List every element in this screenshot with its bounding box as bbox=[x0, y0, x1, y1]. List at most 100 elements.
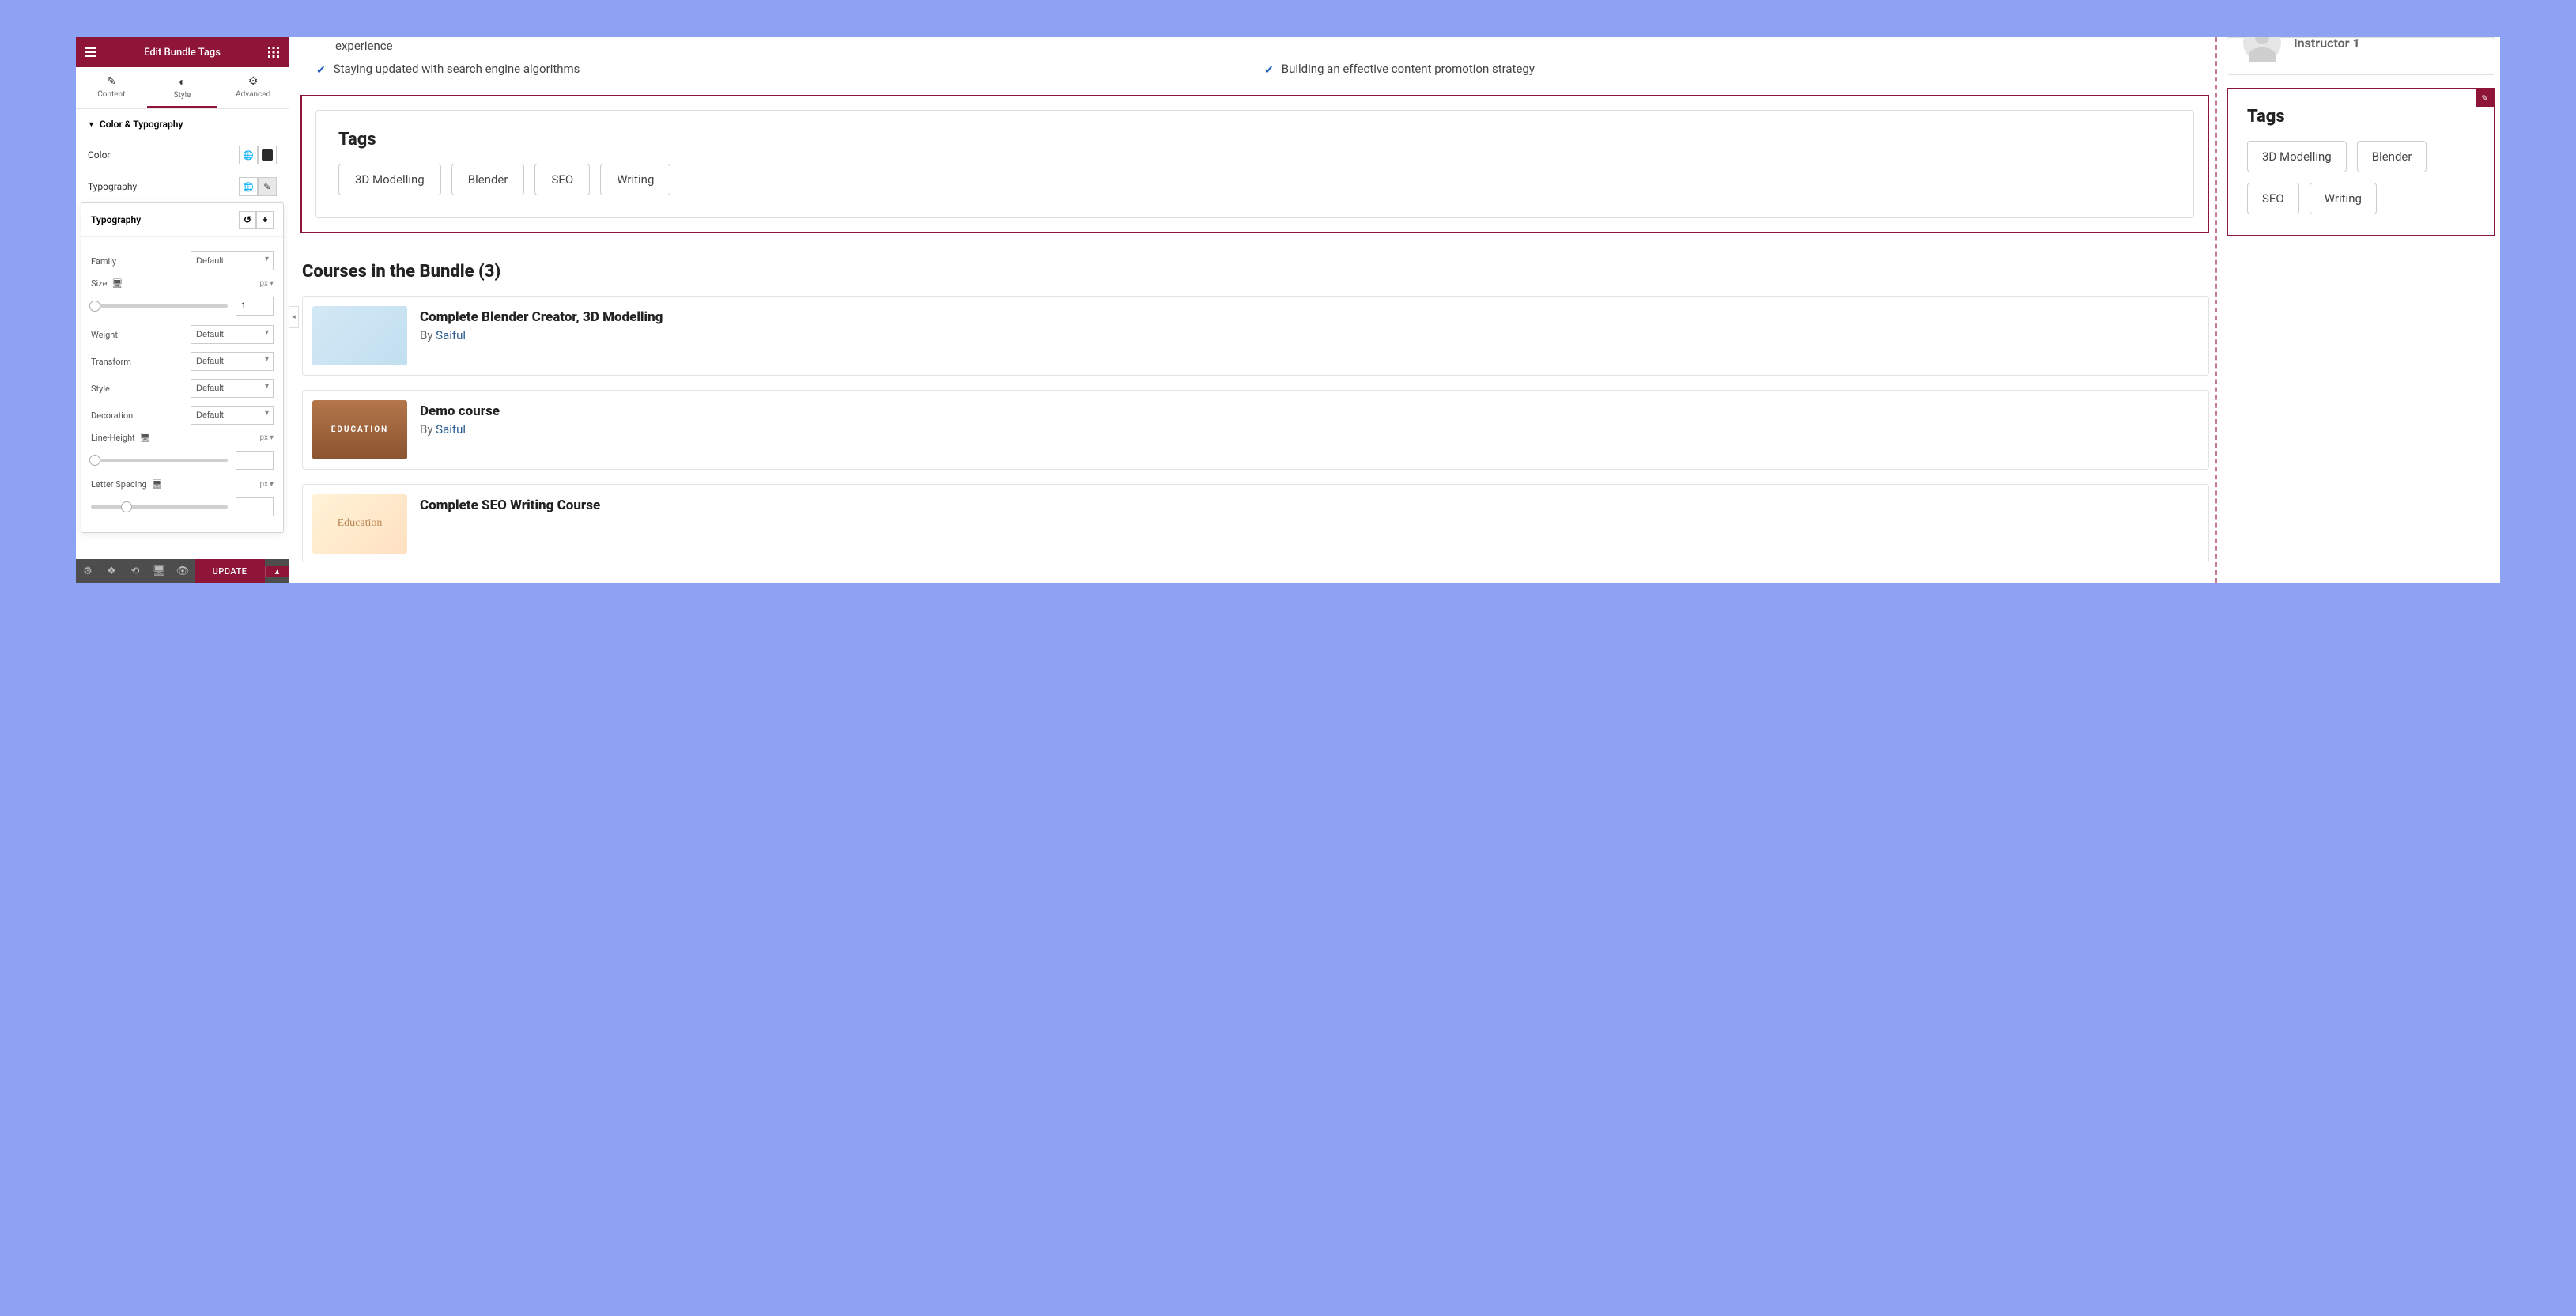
tags-widget-selected[interactable]: Tags 3D Modelling Blender SEO Writing bbox=[300, 95, 2209, 233]
course-title: Complete SEO Writing Course bbox=[420, 497, 600, 513]
tab-content[interactable]: ✎ Content bbox=[76, 67, 147, 108]
course-thumbnail: Education bbox=[312, 494, 407, 554]
save-options-button[interactable]: ▴ bbox=[265, 566, 289, 577]
courses-heading: Courses in the Bundle (3) bbox=[302, 262, 2209, 282]
decoration-select[interactable] bbox=[191, 406, 274, 425]
canvas: ◂ experience ✔ Staying updated with sear… bbox=[289, 37, 2500, 583]
instructor-name: Instructor 1 bbox=[2294, 37, 2360, 51]
style-select[interactable] bbox=[191, 379, 274, 398]
row-typography: Typography 🌐 ✎ bbox=[76, 171, 289, 202]
check-circle-icon: ✔ bbox=[1264, 62, 1274, 79]
letterspacing-unit[interactable]: px bbox=[259, 480, 268, 489]
sidebar-footer: ⚙ ❖ ⟲ 🖥 👁 UPDATE ▴ bbox=[76, 559, 289, 583]
size-slider[interactable] bbox=[91, 304, 228, 308]
color-swatch-button[interactable] bbox=[258, 146, 277, 164]
update-button[interactable]: UPDATE bbox=[195, 559, 265, 583]
course-card[interactable]: Education Complete SEO Writing Course bbox=[302, 484, 2209, 563]
size-input[interactable] bbox=[236, 297, 274, 316]
tag-pill[interactable]: Blender bbox=[2357, 141, 2427, 172]
check-list: experience ✔ Staying updated with search… bbox=[296, 37, 2209, 79]
tag-pill[interactable]: SEO bbox=[534, 164, 590, 195]
lineheight-input[interactable] bbox=[236, 451, 274, 470]
letterspacing-label: Letter Spacing bbox=[91, 479, 147, 490]
desktop-icon[interactable]: 🖥 bbox=[140, 433, 151, 443]
edit-typography-button[interactable]: ✎ bbox=[258, 177, 277, 196]
letterspacing-slider[interactable] bbox=[91, 505, 228, 509]
tag-pill[interactable]: Blender bbox=[451, 164, 525, 195]
check-item-text: Building an effective content promotion … bbox=[1282, 60, 1535, 79]
course-thumbnail bbox=[312, 306, 407, 365]
chevron-down-icon: ▾ bbox=[270, 279, 274, 288]
contrast-icon: ◐ bbox=[147, 75, 218, 89]
history-icon[interactable]: ⟲ bbox=[123, 559, 147, 583]
app-frame: Edit Bundle Tags ✎ Content ◐ Style ⚙ Adv… bbox=[76, 37, 2500, 583]
desktop-icon[interactable]: 🖥 bbox=[152, 479, 163, 490]
course-author-link[interactable]: Saiful bbox=[436, 328, 466, 342]
grid-icon[interactable] bbox=[266, 45, 281, 59]
chevron-down-icon: ▾ bbox=[270, 480, 274, 489]
size-unit[interactable]: px bbox=[259, 279, 268, 288]
section-label: Color & Typography bbox=[100, 119, 183, 130]
tag-pill[interactable]: 3D Modelling bbox=[338, 164, 441, 195]
globe-button[interactable]: 🌐 bbox=[239, 177, 258, 196]
sidebar-body: ▼ Color & Typography Color 🌐 Typography … bbox=[76, 109, 289, 559]
tag-pill[interactable]: Writing bbox=[2310, 183, 2377, 214]
tag-pills: 3D Modelling Blender SEO Writing bbox=[338, 164, 2171, 195]
transform-label: Transform bbox=[91, 357, 131, 367]
course-thumbnail: EDUCATION bbox=[312, 400, 407, 459]
settings-icon[interactable]: ⚙ bbox=[76, 559, 100, 583]
tag-pill[interactable]: 3D Modelling bbox=[2247, 141, 2347, 172]
course-card[interactable]: EDUCATION Demo course By Saiful bbox=[302, 390, 2209, 470]
course-card[interactable]: Complete Blender Creator, 3D Modelling B… bbox=[302, 296, 2209, 376]
course-author-link[interactable]: Saiful bbox=[436, 422, 466, 437]
responsive-icon[interactable]: 🖥 bbox=[147, 559, 171, 583]
lineheight-slider[interactable] bbox=[91, 459, 228, 462]
hamburger-icon[interactable] bbox=[84, 45, 98, 59]
tab-style[interactable]: ◐ Style bbox=[147, 67, 218, 108]
navigator-icon[interactable]: ❖ bbox=[100, 559, 123, 583]
tab-advanced[interactable]: ⚙ Advanced bbox=[217, 67, 289, 108]
avatar bbox=[2243, 37, 2281, 62]
sidebar-title: Edit Bundle Tags bbox=[98, 47, 266, 59]
edit-widget-handle[interactable]: ✎ bbox=[2476, 89, 2494, 107]
weight-select[interactable] bbox=[191, 325, 274, 344]
tag-pill[interactable]: Writing bbox=[600, 164, 670, 195]
desktop-icon[interactable]: 🖥 bbox=[111, 278, 123, 289]
course-by-label: By bbox=[420, 422, 436, 437]
add-button[interactable]: + bbox=[256, 211, 274, 229]
gear-icon: ⚙ bbox=[217, 75, 289, 88]
content-column: experience ✔ Staying updated with search… bbox=[289, 37, 2217, 583]
globe-button[interactable]: 🌐 bbox=[239, 146, 258, 164]
family-select[interactable] bbox=[191, 251, 274, 270]
tab-style-label: Style bbox=[174, 91, 191, 100]
chevron-down-icon: ▾ bbox=[270, 433, 274, 442]
weight-label: Weight bbox=[91, 330, 118, 340]
sidebar-header: Edit Bundle Tags bbox=[76, 37, 289, 67]
preview-icon[interactable]: 👁 bbox=[171, 559, 195, 583]
panel-collapse-handle[interactable]: ◂ bbox=[289, 306, 299, 328]
course-title: Demo course bbox=[420, 403, 500, 419]
letterspacing-input[interactable] bbox=[236, 497, 274, 516]
color-label: Color bbox=[88, 149, 110, 161]
side-tags-widget-selected[interactable]: ✎ Tags 3D Modelling Blender SEO Writing bbox=[2227, 88, 2495, 236]
section-color-typography[interactable]: ▼ Color & Typography bbox=[76, 109, 289, 139]
reset-button[interactable]: ↺ bbox=[239, 211, 256, 229]
check-item-text: Staying updated with search engine algor… bbox=[334, 60, 580, 79]
sidebar-tabs: ✎ Content ◐ Style ⚙ Advanced bbox=[76, 67, 289, 109]
sidebar-column: Instructor 1 ✎ Tags 3D Modelling Blender… bbox=[2217, 37, 2500, 583]
instructor-card: Instructor 1 bbox=[2227, 37, 2495, 75]
pencil-icon: ✎ bbox=[76, 75, 147, 88]
tag-pill[interactable]: SEO bbox=[2247, 183, 2299, 214]
course-by-label: By bbox=[420, 328, 436, 342]
caret-down-icon: ▼ bbox=[88, 120, 95, 129]
transform-select[interactable] bbox=[191, 352, 274, 371]
check-circle-icon: ✔ bbox=[316, 62, 326, 79]
typography-popover: Typography ↺ + Family Size🖥 px▾ bbox=[81, 202, 284, 533]
tags-title: Tags bbox=[338, 130, 2171, 149]
lineheight-unit[interactable]: px bbox=[259, 433, 268, 442]
style-label: Style bbox=[91, 384, 110, 394]
decoration-label: Decoration bbox=[91, 410, 133, 421]
tab-advanced-label: Advanced bbox=[236, 90, 270, 99]
lineheight-label: Line-Height bbox=[91, 433, 135, 443]
course-title: Complete Blender Creator, 3D Modelling bbox=[420, 309, 663, 325]
